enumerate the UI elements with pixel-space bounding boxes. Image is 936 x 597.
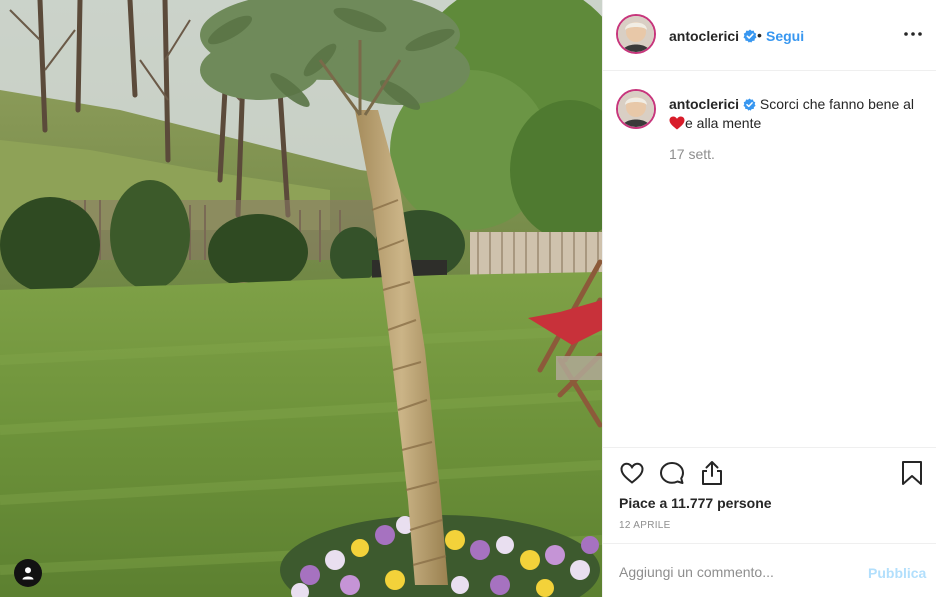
caption-body-start: Scorci che fanno bene al	[759, 96, 915, 112]
post-details-panel: antoclerici • Segui antoclerici Scorci c…	[602, 0, 936, 597]
heart-icon[interactable]	[619, 460, 645, 486]
verified-badge-icon	[743, 29, 757, 43]
caption-avatar[interactable]	[616, 89, 656, 129]
red-heart-emoji-icon	[669, 116, 685, 130]
avatar-image	[618, 16, 654, 52]
likes-count[interactable]: Piace a 11.777 persone	[619, 495, 772, 511]
avatar-image	[618, 91, 654, 127]
comment-bar: Pubblica	[603, 543, 936, 597]
avatar[interactable]	[616, 14, 656, 54]
likes-number: 11.777	[671, 495, 714, 511]
post-author-username[interactable]: antoclerici	[669, 28, 739, 44]
comment-icon[interactable]	[659, 460, 685, 486]
post-date[interactable]: 12 aprile	[619, 520, 671, 531]
more-options-icon[interactable]	[901, 22, 925, 46]
actions-divider	[603, 447, 936, 448]
likes-suffix: persone	[717, 495, 772, 511]
likes-prefix: Piace a	[619, 495, 668, 511]
post-photo[interactable]	[0, 0, 602, 597]
comment-input[interactable]	[619, 564, 849, 580]
caption-timestamp[interactable]: 17 sett.	[669, 146, 715, 162]
caption-username[interactable]: antoclerici	[669, 96, 739, 112]
user-icon	[22, 567, 34, 580]
follow-button[interactable]: Segui	[766, 28, 804, 44]
separator-dot: •	[757, 27, 762, 43]
caption-body-end: e alla mente	[685, 115, 762, 131]
caption-text: antoclerici Scorci che fanno bene al e a…	[669, 95, 924, 133]
publish-button[interactable]: Pubblica	[868, 565, 926, 581]
share-icon[interactable]	[699, 459, 725, 487]
verified-badge-icon	[743, 98, 756, 111]
post-header: antoclerici • Segui	[603, 0, 936, 71]
user-tags-button[interactable]	[14, 559, 42, 587]
garden-photo	[0, 0, 602, 597]
bookmark-icon[interactable]	[901, 460, 923, 486]
